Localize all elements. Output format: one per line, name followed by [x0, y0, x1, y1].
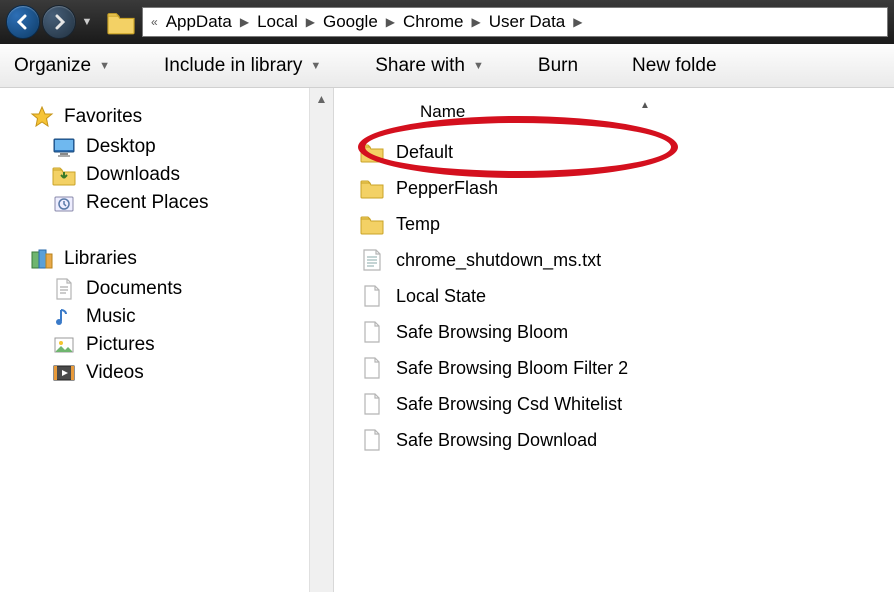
- breadcrumb-item[interactable]: User Data: [483, 12, 572, 32]
- file-row[interactable]: Safe Browsing Download: [360, 422, 894, 458]
- history-dropdown[interactable]: ▼: [78, 5, 96, 39]
- sidebar-item-label: Recent Places: [86, 192, 209, 214]
- music-icon: [52, 306, 76, 328]
- file-icon: [360, 285, 384, 307]
- arrow-left-icon: [15, 14, 31, 30]
- breadcrumb-item[interactable]: Google: [317, 12, 384, 32]
- sidebar-item-desktop[interactable]: Desktop: [52, 136, 299, 158]
- sort-caret-icon: ▲: [640, 100, 650, 111]
- chevron-down-icon: ▼: [473, 60, 484, 72]
- sidebar-item-downloads[interactable]: Downloads: [52, 164, 299, 186]
- libraries-icon: [30, 248, 54, 270]
- sidebar-item-label: Music: [86, 306, 136, 328]
- share-with-button[interactable]: Share with ▼: [375, 55, 484, 77]
- chevron-right-icon: ▶: [472, 15, 481, 29]
- arrow-right-icon: [51, 14, 67, 30]
- file-row[interactable]: Safe Browsing Bloom: [360, 314, 894, 350]
- newfolder-label: New folde: [632, 55, 717, 77]
- share-label: Share with: [375, 55, 465, 77]
- documents-icon: [52, 278, 76, 300]
- file-list-pane: ▲ Name ▲ Default PepperFlash Temp chrome_sh…: [310, 88, 894, 592]
- navigation-bar: ▼ « AppData▶ Local▶ Google▶ Chrome▶ User…: [0, 0, 894, 44]
- libraries-group[interactable]: Libraries: [30, 248, 299, 270]
- file-name: chrome_shutdown_ms.txt: [396, 250, 601, 271]
- file-row[interactable]: PepperFlash: [360, 170, 894, 206]
- file-name: Safe Browsing Bloom Filter 2: [396, 358, 628, 379]
- file-name: Safe Browsing Download: [396, 430, 597, 451]
- chevron-right-icon: ▶: [306, 15, 315, 29]
- command-toolbar: Organize ▼ Include in library ▼ Share with…: [0, 44, 894, 88]
- file-name: Temp: [396, 214, 440, 235]
- downloads-icon: [52, 164, 76, 186]
- recent-icon: [52, 192, 76, 214]
- file-row[interactable]: Temp: [360, 206, 894, 242]
- breadcrumb-item[interactable]: Chrome: [397, 12, 469, 32]
- folder-icon: [360, 177, 384, 199]
- libraries-label: Libraries: [64, 248, 137, 270]
- chevron-down-icon: ▼: [310, 60, 321, 72]
- new-folder-button[interactable]: New folde: [632, 55, 717, 77]
- overflow-chevron-icon[interactable]: «: [151, 15, 158, 29]
- file-row[interactable]: chrome_shutdown_ms.txt: [360, 242, 894, 278]
- scroll-up-icon[interactable]: ▲: [310, 88, 333, 110]
- sidebar-item-videos[interactable]: Videos: [52, 362, 299, 384]
- file-icon: [360, 321, 384, 343]
- chevron-down-icon: ▼: [99, 60, 110, 72]
- file-name: Safe Browsing Bloom: [396, 322, 568, 343]
- file-icon: [360, 393, 384, 415]
- breadcrumb[interactable]: « AppData▶ Local▶ Google▶ Chrome▶ User D…: [142, 7, 888, 37]
- sidebar-item-label: Pictures: [86, 334, 155, 356]
- column-header-label: Name: [420, 102, 465, 121]
- breadcrumb-item[interactable]: Local: [251, 12, 304, 32]
- pictures-icon: [52, 334, 76, 356]
- sidebar-item-pictures[interactable]: Pictures: [52, 334, 299, 356]
- scrollbar[interactable]: ▲: [310, 88, 334, 592]
- file-row[interactable]: Local State: [360, 278, 894, 314]
- file-name: Safe Browsing Csd Whitelist: [396, 394, 622, 415]
- chevron-right-icon: ▶: [386, 15, 395, 29]
- folder-icon: [360, 141, 384, 163]
- star-icon: [30, 106, 54, 128]
- navigation-pane: Favorites Desktop Downloads Recent Place…: [0, 88, 310, 592]
- favorites-group[interactable]: Favorites: [30, 106, 299, 128]
- file-icon: [360, 357, 384, 379]
- file-row[interactable]: Safe Browsing Bloom Filter 2: [360, 350, 894, 386]
- sidebar-item-label: Desktop: [86, 136, 156, 158]
- file-name: PepperFlash: [396, 178, 498, 199]
- organize-label: Organize: [14, 55, 91, 77]
- forward-button[interactable]: [42, 5, 76, 39]
- include-label: Include in library: [164, 55, 302, 77]
- sidebar-item-documents[interactable]: Documents: [52, 278, 299, 300]
- file-icon: [360, 249, 384, 271]
- file-name: Default: [396, 142, 453, 163]
- back-button[interactable]: [6, 5, 40, 39]
- sidebar-item-music[interactable]: Music: [52, 306, 299, 328]
- file-row[interactable]: Safe Browsing Csd Whitelist: [360, 386, 894, 422]
- sidebar-item-label: Videos: [86, 362, 144, 384]
- column-header-name[interactable]: Name ▲: [360, 96, 894, 134]
- burn-label: Burn: [538, 55, 578, 77]
- chevron-right-icon: ▶: [573, 15, 582, 29]
- favorites-label: Favorites: [64, 106, 142, 128]
- sidebar-item-label: Documents: [86, 278, 182, 300]
- burn-button[interactable]: Burn: [538, 55, 578, 77]
- breadcrumb-item[interactable]: AppData: [160, 12, 238, 32]
- chevron-right-icon: ▶: [240, 15, 249, 29]
- sidebar-item-label: Downloads: [86, 164, 180, 186]
- sidebar-item-recent[interactable]: Recent Places: [52, 192, 299, 214]
- file-row[interactable]: Default: [360, 134, 894, 170]
- include-in-library-button[interactable]: Include in library ▼: [164, 55, 321, 77]
- file-icon: [360, 429, 384, 451]
- folder-icon: [360, 213, 384, 235]
- folder-icon: [106, 9, 136, 35]
- file-name: Local State: [396, 286, 486, 307]
- desktop-icon: [52, 136, 76, 158]
- organize-button[interactable]: Organize ▼: [14, 55, 110, 77]
- videos-icon: [52, 362, 76, 384]
